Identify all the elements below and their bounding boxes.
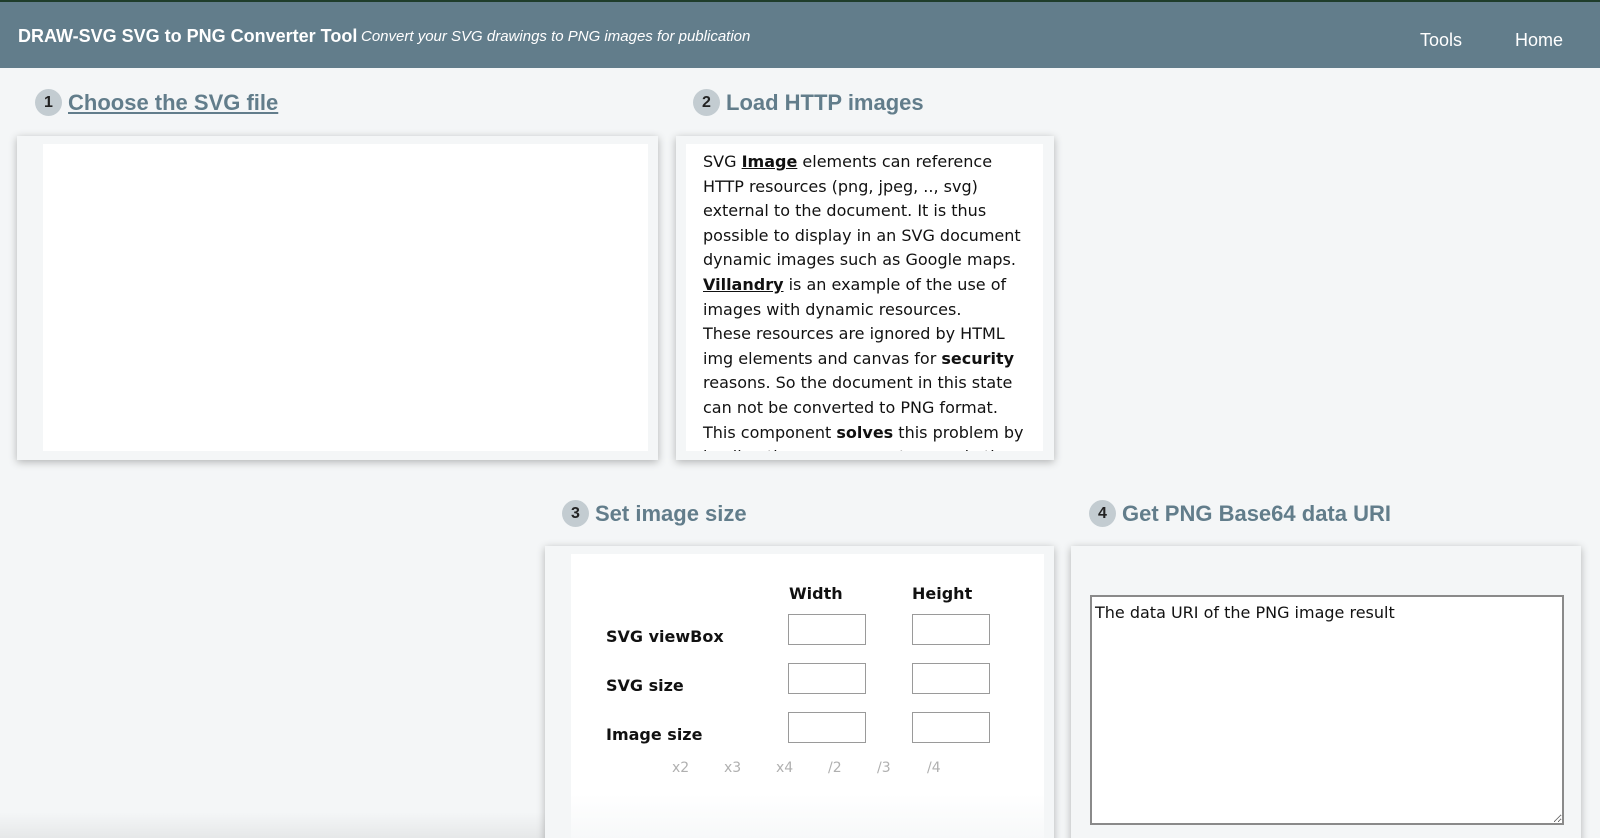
image-width-input[interactable] xyxy=(788,712,866,743)
step-title: Load HTTP images xyxy=(726,89,924,115)
emphasis-text: security xyxy=(941,348,1015,368)
multiply-2-button[interactable]: x2 xyxy=(672,760,689,776)
step-load-heading: 2 Load HTTP images xyxy=(693,89,924,116)
app-header: DRAW-SVG SVG to PNG Converter Tool Conve… xyxy=(0,2,1600,68)
step-choose-heading: 1 Choose the SVG file xyxy=(35,89,278,116)
text: This component xyxy=(703,422,837,442)
multiply-4-button[interactable]: x4 xyxy=(776,760,793,776)
multiply-3-button[interactable]: x3 xyxy=(724,760,741,776)
step-title: Set image size xyxy=(595,500,747,526)
nav-tools-link[interactable]: Tools xyxy=(1420,30,1462,51)
choose-svg-file-link[interactable]: Choose the SVG file xyxy=(68,90,278,116)
svg-drop-panel xyxy=(17,136,658,460)
image-element-link[interactable]: Image xyxy=(742,152,798,171)
step-number-badge: 4 xyxy=(1089,500,1116,527)
height-column-header: Height xyxy=(912,584,973,603)
svg-height-input[interactable] xyxy=(912,663,990,694)
app-title: DRAW-SVG SVG to PNG Converter Tool xyxy=(18,26,358,46)
svg-width-input[interactable] xyxy=(788,663,866,694)
load-images-description[interactable]: SVG Image elements can reference HTTP re… xyxy=(686,144,1043,451)
divide-2-button[interactable]: /2 xyxy=(828,760,842,776)
bottom-shadow xyxy=(0,812,545,838)
panel-fade xyxy=(571,794,1044,838)
svg-viewbox-label: SVG viewBox xyxy=(606,627,724,646)
step-size-heading: 3 Set image size xyxy=(562,500,747,527)
divide-4-button[interactable]: /4 xyxy=(927,760,941,776)
text: reasons. So the document in this state c… xyxy=(703,373,1013,417)
step-number-badge: 1 xyxy=(35,89,62,116)
villandry-link[interactable]: Villandry xyxy=(703,275,784,294)
step-title: Get PNG Base64 data URI xyxy=(1122,500,1391,526)
width-column-header: Width xyxy=(789,584,843,603)
nav-home-link[interactable]: Home xyxy=(1515,30,1563,51)
load-images-panel: SVG Image elements can reference HTTP re… xyxy=(676,136,1054,460)
text: SVG xyxy=(703,152,742,171)
divide-3-button[interactable]: /3 xyxy=(877,760,891,776)
data-uri-panel xyxy=(1071,546,1581,838)
viewbox-height-input[interactable] xyxy=(912,614,990,645)
step-uri-heading: 4 Get PNG Base64 data URI xyxy=(1089,500,1391,527)
emphasis-text: solves xyxy=(836,422,894,442)
step-number-badge: 2 xyxy=(693,89,720,116)
svg-size-label: SVG size xyxy=(606,676,684,695)
data-uri-textarea[interactable] xyxy=(1090,595,1564,825)
svg-preview-area[interactable] xyxy=(43,144,648,451)
step-number-badge: 3 xyxy=(562,500,589,527)
image-height-input[interactable] xyxy=(912,712,990,743)
app-tagline: Convert your SVG drawings to PNG images … xyxy=(361,28,751,45)
image-size-panel: Width Height SVG viewBox SVG size Image … xyxy=(545,546,1054,838)
viewbox-width-input[interactable] xyxy=(788,614,866,645)
image-size-label: Image size xyxy=(606,725,703,744)
image-size-table: Width Height SVG viewBox SVG size Image … xyxy=(571,554,1044,838)
